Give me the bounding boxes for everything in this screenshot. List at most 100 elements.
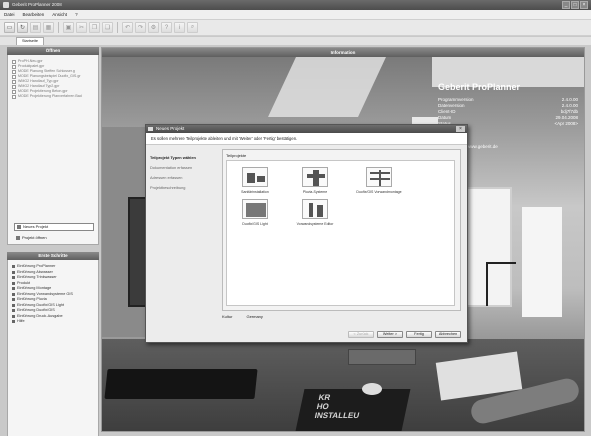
help-link[interactable]: Hilfe [12, 319, 94, 325]
template-list: Sanitärinstallation Pluvia-Systeme Duofi… [226, 160, 455, 306]
template-label: Duofix/GIS Light [242, 222, 268, 226]
bullet-icon [12, 303, 15, 307]
new-project-button[interactable]: Neues Projekt [14, 223, 94, 231]
file-icon [12, 69, 16, 74]
dialog-titlebar: Neues Projekt × [146, 125, 467, 133]
bullet-icon [12, 281, 15, 285]
help-icon[interactable]: ? [161, 22, 172, 33]
open-project-link[interactable]: Projekt öffnen [14, 235, 47, 240]
information-panel-title: Information [102, 48, 584, 57]
website-link[interactable]: www.geberit.de [467, 144, 498, 149]
wizard-step-description[interactable]: Projektbeschreibung [150, 183, 218, 193]
new-file-icon[interactable]: ▭ [4, 22, 15, 33]
toolbar-separator [117, 22, 118, 33]
open-panel-title: Öffnen [7, 47, 99, 55]
template-duofix-light[interactable]: Duofix/GIS Light [231, 199, 279, 226]
wizard-step-documentation[interactable]: Dokumentation erfassen [150, 163, 218, 173]
window [522, 207, 562, 317]
window-controls: _ □ × [562, 1, 588, 9]
file-icon [12, 89, 16, 94]
new-project-dialog: Neues Projekt × Es sollen mehrere Teilpr… [145, 124, 468, 343]
mouse [362, 383, 382, 395]
ceiling-beam [268, 57, 386, 117]
recent-file[interactable]: MODE Projektierung Planverfahren Bad [12, 94, 94, 99]
toolbar: ▭ ↻ ▤ ▦ ▣ ✂ ❐ ❏ ↶ ↷ ⚙ ? i ⌕ [0, 20, 591, 36]
close-window-button[interactable]: × [580, 1, 588, 9]
template-label: Duofix/GIS Vorwandmontage [356, 190, 402, 194]
template-label: Sanitärinstallation [241, 190, 269, 194]
finish-button[interactable]: Fertig [406, 331, 432, 338]
wizard-steps: Teilprojekt Typen wählen Dokumentation e… [150, 153, 218, 193]
bullet-icon [12, 298, 15, 302]
file-icon [12, 84, 16, 89]
dialog-title: Neues Projekt [156, 126, 185, 131]
file-name: MODE Projektierung Planverfahren Bad [18, 94, 82, 98]
paste-icon[interactable]: ❏ [102, 22, 113, 33]
pluvia-template-icon [302, 167, 328, 187]
wizard-step-types[interactable]: Teilprojekt Typen wählen [150, 153, 218, 163]
template-pluvia[interactable]: Pluvia-Systeme [291, 167, 339, 194]
bullet-icon [12, 320, 15, 324]
cut-icon[interactable]: ✂ [76, 22, 87, 33]
bullet-icon [12, 276, 15, 280]
search-icon[interactable]: ⌕ [187, 22, 198, 33]
dialog-close-button[interactable]: × [456, 126, 465, 132]
info-icon[interactable]: i [174, 22, 185, 33]
save-as-icon[interactable]: ▦ [43, 22, 54, 33]
getting-started-title: Erste Schritte [7, 252, 99, 260]
app-icon [3, 2, 9, 8]
new-project-label: Neues Projekt [23, 224, 49, 229]
editor-template-icon [302, 199, 328, 219]
undo-icon[interactable]: ↶ [122, 22, 133, 33]
menu-bearbeiten[interactable]: Bearbeiten [23, 10, 45, 19]
menu-datei[interactable]: Datei [4, 10, 15, 19]
settings-icon[interactable]: ⚙ [148, 22, 159, 33]
template-vorwand-editor[interactable]: Vorwandsysteme Editor [291, 199, 339, 226]
bullet-icon [12, 309, 15, 313]
copy-icon[interactable]: ❐ [89, 22, 100, 33]
next-button[interactable]: Weiter > [377, 331, 403, 338]
tab-startseite[interactable]: Startseite [16, 37, 44, 45]
template-duofix-vorwand[interactable]: Duofix/GIS Vorwandmontage [355, 167, 403, 194]
recent-files-panel: ProPH-Neu.gpr Produktpalet.gpr MODE Plan… [7, 55, 99, 245]
info-title: Geberit ProPlanner [438, 82, 521, 92]
cancel-button[interactable]: Abbrechen [435, 331, 461, 338]
file-icon [12, 64, 16, 69]
print-icon[interactable]: ▣ [63, 22, 74, 33]
dialog-instruction: Es sollen mehrere Teilprojekte ableiten … [146, 133, 467, 145]
redo-icon[interactable]: ↷ [135, 22, 146, 33]
wizard-step-addresses[interactable]: Adressen erfassen [150, 173, 218, 183]
back-button[interactable]: < Zurück [348, 331, 374, 338]
save-icon[interactable]: ▤ [30, 22, 41, 33]
bullet-icon [12, 265, 15, 269]
template-sanitaer[interactable]: Sanitärinstallation [231, 167, 279, 194]
bullet-icon [12, 314, 15, 318]
culture-value: Germany [246, 314, 263, 319]
template-group: Teilprojekte Sanitärinstallation Pluvia-… [222, 149, 461, 311]
link-label: Hilfe [17, 319, 25, 323]
getting-started-panel: Erste Schritte Einführung ProPlanner Ein… [7, 252, 99, 436]
maximize-button[interactable]: □ [571, 1, 579, 9]
tab-row: Startseite [0, 37, 591, 45]
info-value: <Apr 2008> [554, 121, 578, 126]
culture-label: Kultur [222, 314, 233, 319]
mouse-pad-text: KR HO INSTALLEU [313, 393, 361, 420]
open-icon[interactable]: ↻ [17, 22, 28, 33]
window-title: Geberit ProPlanner 2008 [12, 2, 62, 7]
minimize-button[interactable]: _ [562, 1, 570, 9]
office-photo: KR HO INSTALLEU Geberit ProPlanner Progr… [102, 57, 584, 431]
dialog-icon [148, 127, 153, 131]
dialog-buttons: < Zurück Weiter > Fertig Abbrechen [348, 331, 461, 338]
window-titlebar: Geberit ProPlanner 2008 _ □ × [0, 0, 591, 10]
keyboard [104, 369, 258, 399]
menu-help[interactable]: ? [75, 10, 78, 19]
bullet-icon [12, 287, 15, 291]
template-label: Pluvia-Systeme [302, 190, 328, 194]
menu-ansicht[interactable]: Ansicht [52, 10, 67, 19]
file-icon [12, 74, 16, 79]
desk-lamp [486, 262, 516, 306]
sanitary-template-icon [242, 167, 268, 187]
dialog-footer-info: Kultur Germany [222, 314, 461, 319]
mouse-pad: KR HO INSTALLEU [295, 389, 411, 431]
toolbar-separator [58, 22, 59, 33]
